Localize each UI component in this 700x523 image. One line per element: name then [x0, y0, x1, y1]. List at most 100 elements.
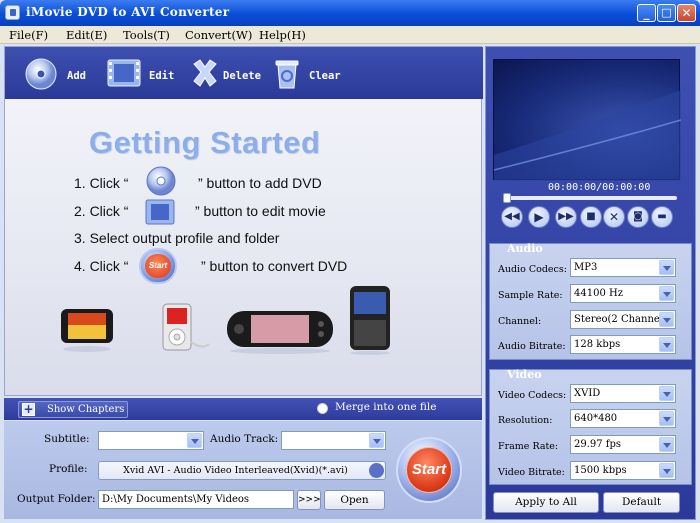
- step-1-text-a: 1. Click “: [74, 175, 129, 191]
- channel-label: Channel:: [498, 316, 542, 327]
- audio-codecs-label: Audio Codecs:: [498, 264, 567, 275]
- output-folder-label: Output Folder:: [17, 493, 96, 505]
- menu-edit[interactable]: Edit(E): [66, 28, 107, 42]
- chevron-down-icon: [659, 286, 674, 301]
- step-4-text-a: 4. Click “: [74, 258, 129, 274]
- output-folder-input[interactable]: D:\My Documents\My Videos: [98, 490, 294, 509]
- show-chapters-button[interactable]: + Show Chapters: [18, 401, 128, 418]
- snapshot-icon[interactable]: ◙: [627, 206, 649, 228]
- menu-help[interactable]: Help(H): [259, 28, 306, 42]
- start-button[interactable]: Start: [396, 437, 462, 503]
- film-edit-icon: [145, 199, 175, 225]
- frame-rate-select[interactable]: 29.97 fps: [570, 435, 676, 454]
- apply-to-all-button[interactable]: Apply to All: [493, 492, 599, 513]
- chevron-down-icon: [659, 337, 674, 352]
- clear-button[interactable]: Clear: [270, 52, 350, 92]
- open-button[interactable]: Open: [324, 490, 385, 510]
- menu-tools[interactable]: Tools(T): [123, 28, 170, 42]
- dvd-disc-icon: [146, 166, 176, 196]
- video-group-title: Video: [507, 368, 542, 381]
- audio-bitrate-label: Audio Bitrate:: [498, 341, 566, 352]
- audio-bitrate-select[interactable]: 128 kbps: [570, 335, 676, 354]
- chevron-down-icon: [187, 433, 202, 448]
- start-badge-label: Start: [145, 254, 171, 278]
- audio-codecs-select[interactable]: MP3: [570, 258, 676, 277]
- menu-bar: File(F) Edit(E) Tools(T) Convert(W) Help…: [0, 26, 700, 44]
- chevron-down-icon: [659, 386, 674, 401]
- step-2-text-b: ” button to edit movie: [195, 203, 326, 219]
- video-bitrate-label: Video Bitrate:: [498, 467, 565, 478]
- start-button-label: Start: [406, 447, 452, 493]
- audio-group-title: Audio: [507, 242, 543, 255]
- sample-rate-label: Sample Rate:: [498, 290, 563, 301]
- video-codecs-select[interactable]: XVID: [570, 384, 676, 403]
- step-2-text-a: 2. Click “: [74, 203, 129, 219]
- menu-convert[interactable]: Convert(W): [185, 28, 252, 42]
- seek-handle[interactable]: [503, 193, 511, 203]
- sample-rate-select[interactable]: 44100 Hz: [570, 284, 676, 303]
- chevron-down-icon: [659, 411, 674, 426]
- chevron-down-icon: [659, 260, 674, 275]
- video-settings-group: Video Video Codecs: XVID Resolution: 640…: [489, 368, 692, 485]
- close-button[interactable]: ✕: [677, 4, 696, 22]
- chevron-down-icon: [369, 463, 384, 478]
- menu-file[interactable]: File(F): [9, 28, 48, 42]
- fast-forward-icon[interactable]: ▶▶: [555, 206, 577, 228]
- plus-icon: +: [22, 402, 35, 416]
- delete-x-icon: [193, 59, 217, 87]
- resolution-label: Resolution:: [498, 415, 553, 426]
- browse-button[interactable]: >>>: [297, 490, 321, 510]
- preview-glow-decoration: [494, 90, 681, 181]
- main-panel: Add Edit Delete Clear Getting Started 1.…: [4, 46, 483, 396]
- crop-icon[interactable]: ✕: [603, 206, 625, 228]
- dvd-disc-icon: [25, 58, 57, 90]
- chevron-down-icon: [659, 312, 674, 327]
- start-button-icon: Start: [139, 248, 177, 284]
- channel-select[interactable]: Stereo(2 Channels): [570, 310, 676, 329]
- step-4-text-b: ” button to convert DVD: [201, 258, 348, 274]
- folder-icon[interactable]: ▬: [651, 206, 673, 228]
- step-1-text-b: ” button to add DVD: [198, 175, 322, 191]
- add-button[interactable]: Add: [21, 52, 91, 92]
- subtitle-select[interactable]: [98, 431, 204, 450]
- merge-radio[interactable]: [317, 403, 328, 414]
- iphone-device-icon: [61, 309, 113, 352]
- edit-button[interactable]: Edit: [105, 52, 180, 92]
- step-3-text: 3. Select output profile and folder: [74, 230, 280, 246]
- stop-icon[interactable]: ■: [580, 206, 602, 228]
- ipod-nano-device-icon: [162, 303, 210, 351]
- film-edit-icon: [107, 59, 141, 87]
- audio-settings-group: Audio Audio Codecs: MP3 Sample Rate: 441…: [489, 242, 692, 360]
- toolbar: Add Edit Delete Clear: [5, 47, 483, 99]
- video-codecs-label: Video Codecs:: [498, 390, 567, 401]
- delete-button[interactable]: Delete: [188, 52, 268, 92]
- chapters-bar: + Show Chapters Merge into one file: [4, 398, 482, 420]
- title-bar: iMovie DVD to AVI Converter _ □ ✕: [0, 0, 700, 26]
- show-chapters-label: Show Chapters: [47, 404, 125, 415]
- frame-rate-label: Frame Rate:: [498, 441, 559, 452]
- app-logo-icon: [5, 5, 20, 20]
- maximize-button[interactable]: □: [657, 4, 676, 22]
- window-title: iMovie DVD to AVI Converter: [26, 5, 230, 19]
- resolution-select[interactable]: 640*480: [570, 409, 676, 428]
- chevron-down-icon: [369, 433, 384, 448]
- video-bitrate-select[interactable]: 1500 kbps: [570, 461, 676, 480]
- merge-label: Merge into one file: [335, 401, 437, 413]
- profile-label: Profile:: [49, 463, 88, 475]
- delete-label: Delete: [223, 70, 261, 82]
- video-preview: [493, 59, 681, 181]
- time-display: 00:00:00/00:00:00: [548, 182, 651, 193]
- play-icon[interactable]: ▶: [528, 206, 550, 228]
- audio-track-select[interactable]: [281, 431, 386, 450]
- chevron-down-icon: [659, 463, 674, 478]
- edit-label: Edit: [149, 70, 175, 82]
- clear-label: Clear: [309, 70, 341, 82]
- minimize-button[interactable]: _: [637, 4, 656, 22]
- chevron-down-icon: [659, 437, 674, 452]
- seek-bar[interactable]: [503, 193, 677, 203]
- rewind-icon[interactable]: ◀◀: [501, 206, 523, 228]
- blackberry-device-icon: [350, 286, 390, 355]
- profile-select[interactable]: Xvid AVI - Audio Video Interleaved(Xvid)…: [98, 461, 386, 480]
- psp-device-icon: [227, 311, 333, 354]
- default-button[interactable]: Default: [603, 492, 680, 513]
